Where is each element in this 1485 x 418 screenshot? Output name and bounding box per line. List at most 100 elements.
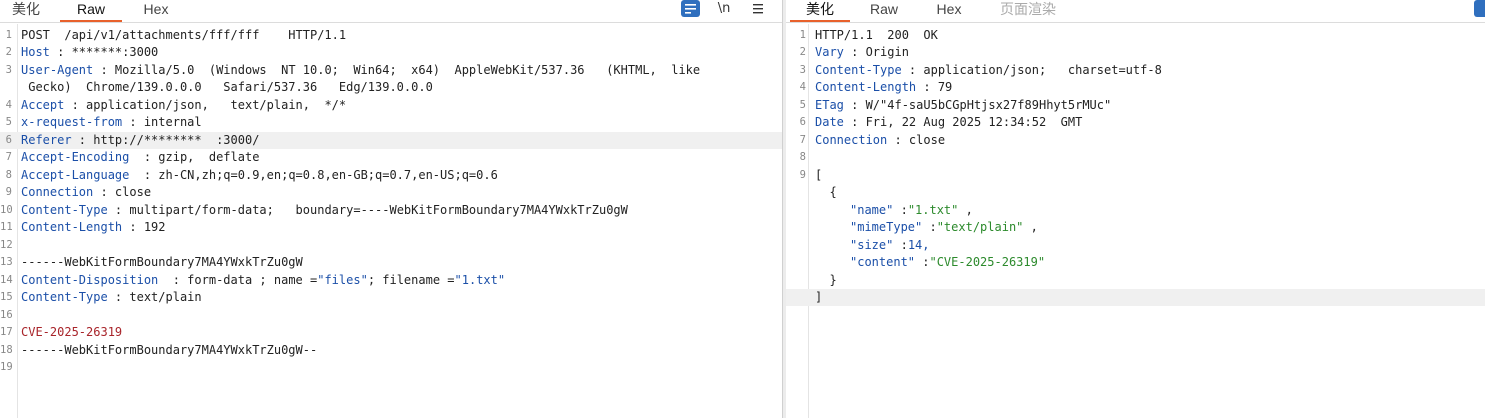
code-line-continuation: Gecko) Chrome/139.0.0.0 Safari/537.36 Ed… bbox=[0, 79, 782, 96]
json-key: "content" bbox=[850, 255, 916, 269]
json-key: "mimeType" bbox=[850, 220, 923, 234]
response-tab-bar: 美化 Raw Hex 页面渲染 bbox=[786, 0, 1485, 23]
header-value: : close bbox=[93, 185, 152, 199]
request-pane: 美化 Raw Hex \n 1 POST /api/v1/attachments… bbox=[0, 0, 782, 418]
wrap-lines-icon[interactable] bbox=[681, 0, 700, 17]
line-number: 17 bbox=[0, 326, 13, 338]
json-string-value: "1.txt" bbox=[907, 203, 959, 217]
header-key: Content-Type bbox=[21, 290, 108, 304]
code-line: "size" :14, bbox=[850, 238, 930, 252]
line-number: 8 bbox=[5, 169, 12, 181]
code-line: 17 CVE-2025-26319 bbox=[0, 324, 782, 341]
line-number: 5 bbox=[799, 99, 806, 111]
line-number: 18 bbox=[0, 344, 13, 356]
wrap-lines-icon[interactable] bbox=[1474, 0, 1485, 17]
header-value: : Fri, 22 Aug 2025 12:34:52 GMT bbox=[843, 115, 1083, 129]
status-line: HTTP/1.1 200 OK bbox=[815, 28, 938, 42]
code-line-highlighted: 6 Referer : http://******** :3000/ bbox=[0, 132, 782, 149]
code-line: 18 ------WebKitFormBoundary7MA4YWxkTrZu0… bbox=[0, 342, 782, 359]
json-string-value: "text/plain" bbox=[936, 220, 1024, 234]
filename-value: "1.txt" bbox=[454, 273, 506, 287]
code-line: "mimeType" :"text/plain" , bbox=[850, 220, 1038, 234]
header-key: Referer bbox=[21, 133, 72, 147]
header-key: x-request-from bbox=[21, 115, 123, 129]
code-line: 13 ------WebKitFormBoundary7MA4YWxkTrZu0… bbox=[0, 254, 782, 271]
line-number: 2 bbox=[5, 46, 12, 58]
code-line: { bbox=[786, 184, 1485, 201]
code-line: "name" :"1.txt" , bbox=[850, 203, 973, 217]
response-tab-hex[interactable]: Hex bbox=[922, 0, 976, 22]
code-line: 5 ETag : W/"4f-saU5bCGpHtjsx27f89Hhyt5rM… bbox=[786, 97, 1485, 114]
header-value: : form-data ; name = bbox=[158, 273, 318, 287]
code-line: 2 Vary : Origin bbox=[786, 44, 1485, 61]
header-value: : 192 bbox=[122, 220, 166, 234]
line-number: 9 bbox=[5, 186, 12, 198]
header-value: : http://******** :3000/ bbox=[71, 133, 260, 147]
code-line: "content" :"CVE-2025-26319" bbox=[850, 255, 1046, 269]
request-tab-hex[interactable]: Hex bbox=[126, 0, 186, 22]
code-line: 11 Content-Length : 192 bbox=[0, 219, 782, 236]
line-number: 10 bbox=[0, 204, 13, 216]
header-key: Date bbox=[815, 115, 844, 129]
json-key: "size" bbox=[850, 238, 894, 252]
header-value: : 79 bbox=[916, 80, 953, 94]
newline-toggle-button[interactable]: \n bbox=[712, 0, 736, 17]
code-line: 3 User-Agent : Mozilla/5.0 (Windows NT 1… bbox=[0, 62, 782, 79]
multipart-boundary: ------WebKitFormBoundary7MA4YWxkTrZu0gW bbox=[21, 255, 303, 269]
response-editor[interactable]: 1 HTTP/1.1 200 OK 2 Vary : Origin 3 Cont… bbox=[786, 24, 1485, 418]
header-key: ETag bbox=[815, 98, 844, 112]
line-number: 16 bbox=[0, 309, 13, 321]
response-tab-raw[interactable]: Raw bbox=[856, 0, 912, 22]
header-value: : application/json, text/plain, */* bbox=[64, 98, 347, 112]
header-value: : *******:3000 bbox=[49, 45, 159, 59]
line-number: 7 bbox=[5, 151, 12, 163]
request-tab-pretty[interactable]: 美化 bbox=[0, 0, 52, 22]
request-editor[interactable]: 1 POST /api/v1/attachments/fff/fff HTTP/… bbox=[0, 24, 782, 418]
response-tab-render[interactable]: 页面渲染 bbox=[990, 0, 1066, 22]
json-array-close: ] bbox=[815, 290, 823, 304]
line-number: 4 bbox=[799, 81, 806, 93]
request-line: POST /api/v1/attachments/fff/fff HTTP/1.… bbox=[21, 28, 347, 42]
code-line: 2 Host : *******:3000 bbox=[0, 44, 782, 61]
header-value: Gecko) Chrome/139.0.0.0 Safari/537.36 Ed… bbox=[21, 80, 433, 94]
header-value: : close bbox=[887, 133, 946, 147]
line-number: 19 bbox=[0, 361, 13, 373]
line-number: 4 bbox=[5, 99, 12, 111]
code-line: 4 Content-Length : 79 bbox=[786, 79, 1485, 96]
menu-icon[interactable] bbox=[748, 0, 768, 17]
line-number: 15 bbox=[0, 291, 13, 303]
code-line: 7 Connection : close bbox=[786, 132, 1485, 149]
field-name-value: "files" bbox=[317, 273, 368, 287]
code-line: 8 bbox=[786, 149, 1485, 166]
code-line: 6 Date : Fri, 22 Aug 2025 12:34:52 GMT bbox=[786, 114, 1485, 131]
code-line: 19 bbox=[0, 359, 782, 376]
code-line: 15 Content-Type : text/plain bbox=[0, 289, 782, 306]
json-string-value: "CVE-2025-26319" bbox=[929, 255, 1046, 269]
code-line: 9 [ bbox=[786, 167, 1485, 184]
code-line: 16 bbox=[0, 307, 782, 324]
request-tab-raw[interactable]: Raw bbox=[60, 0, 122, 22]
header-value: : Mozilla/5.0 (Windows NT 10.0; Win64; x… bbox=[93, 63, 701, 77]
line-number: 1 bbox=[5, 29, 12, 41]
header-value: : gzip, deflate bbox=[129, 150, 260, 164]
code-line: 1 HTTP/1.1 200 OK bbox=[786, 27, 1485, 44]
line-number: 3 bbox=[5, 64, 12, 76]
json-key: "name" bbox=[850, 203, 894, 217]
response-tab-pretty[interactable]: 美化 bbox=[790, 0, 850, 22]
line-number: 14 bbox=[0, 274, 13, 286]
multipart-boundary-end: ------WebKitFormBoundary7MA4YWxkTrZu0gW-… bbox=[21, 343, 318, 357]
header-key: User-Agent bbox=[21, 63, 94, 77]
header-value: : zh-CN,zh;q=0.9,en;q=0.8,en-GB;q=0.7,en… bbox=[129, 168, 498, 182]
code-line: 3 Content-Type : application/json; chars… bbox=[786, 62, 1485, 79]
code-line: 7 Accept-Encoding : gzip, deflate bbox=[0, 149, 782, 166]
header-key: Content-Disposition bbox=[21, 273, 159, 287]
header-value: : application/json; charset=utf-8 bbox=[901, 63, 1162, 77]
header-value: : Origin bbox=[843, 45, 909, 59]
json-number-value: 14, bbox=[907, 238, 930, 252]
code-line: 5 x-request-from : internal bbox=[0, 114, 782, 131]
line-number: 8 bbox=[799, 151, 806, 163]
code-line: 1 POST /api/v1/attachments/fff/fff HTTP/… bbox=[0, 27, 782, 44]
line-number: 1 bbox=[799, 29, 806, 41]
json-object-open: { bbox=[815, 185, 837, 199]
file-body-content: CVE-2025-26319 bbox=[21, 325, 123, 339]
